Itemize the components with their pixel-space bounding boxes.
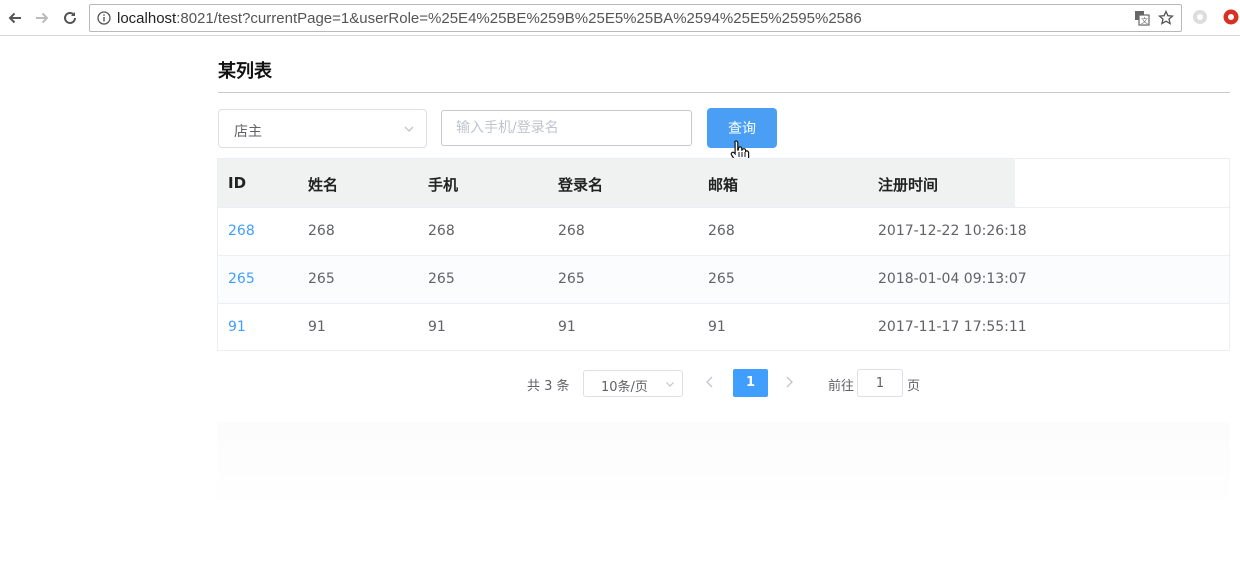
back-button[interactable] (4, 7, 26, 29)
search-input[interactable] (441, 110, 692, 146)
address-bar[interactable]: localhost:8021/test?currentPage=1&userRo… (89, 4, 1182, 32)
header-registered[interactable]: 注册时间 (878, 174, 938, 195)
row-login: 265 (558, 271, 585, 287)
browser-toolbar: localhost:8021/test?currentPage=1&userRo… (0, 0, 1240, 36)
background-panel (217, 422, 1230, 498)
data-table: ID 姓名 手机 登录名 邮箱 注册时间 268 268 268 268 268… (217, 158, 1230, 351)
pagination-total: 共 3 条 (527, 379, 570, 394)
chevron-down-icon (666, 382, 674, 387)
row-id-link[interactable]: 91 (228, 319, 246, 335)
header-phone[interactable]: 手机 (428, 174, 458, 195)
star-icon[interactable] (1158, 10, 1174, 26)
row-email: 265 (708, 271, 735, 287)
forward-arrow-icon (36, 12, 49, 24)
row-id-link[interactable]: 265 (228, 271, 255, 287)
header-login[interactable]: 登录名 (558, 174, 603, 195)
row-phone: 268 (428, 223, 455, 239)
extension-red-icon[interactable] (1223, 9, 1239, 25)
row-registered: 2017-12-22 10:26:18 (878, 223, 1027, 239)
row-name: 91 (308, 319, 326, 335)
goto-unit: 页 (907, 379, 921, 394)
row-login: 91 (558, 319, 576, 335)
row-id-link[interactable]: 268 (228, 223, 255, 239)
reload-icon (64, 11, 76, 24)
extension-icon[interactable] (1192, 9, 1208, 25)
next-page-icon[interactable] (782, 374, 796, 390)
chevron-down-icon (404, 126, 414, 132)
header-name[interactable]: 姓名 (308, 174, 338, 195)
svg-text:文: 文 (1141, 16, 1148, 25)
row-email: 91 (708, 319, 726, 335)
forward-button[interactable] (31, 7, 53, 29)
url-host: localhost (117, 10, 177, 27)
url-path: :8021/test?currentPage=1&userRole=%25E4%… (176, 10, 862, 27)
role-select-value: 店主 (234, 124, 262, 140)
table-row: 265 265 265 265 265 2018-01-04 09:13:07 (218, 255, 1229, 303)
page-size-value: 10条/页 (601, 380, 648, 395)
row-login: 268 (558, 223, 585, 239)
reload-button[interactable] (59, 7, 81, 29)
info-icon[interactable] (97, 11, 111, 25)
header-id[interactable]: ID (228, 174, 246, 192)
url-text[interactable]: localhost:8021/test?currentPage=1&userRo… (117, 10, 862, 27)
translate-icon[interactable]: 文 (1134, 10, 1150, 26)
row-email: 268 (708, 223, 735, 239)
header-email[interactable]: 邮箱 (708, 174, 738, 195)
table-row: 91 91 91 91 91 2017-11-17 17:55:11 (218, 303, 1229, 351)
table-header: ID 姓名 手机 登录名 邮箱 注册时间 (218, 159, 1015, 207)
row-name: 268 (308, 223, 335, 239)
back-arrow-icon (8, 12, 21, 24)
row-registered: 2018-01-04 09:13:07 (878, 271, 1027, 287)
goto-page-input[interactable] (857, 369, 903, 397)
page-number-current[interactable]: 1 (733, 369, 768, 397)
row-name: 265 (308, 271, 335, 287)
row-registered: 2017-11-17 17:55:11 (878, 319, 1027, 335)
page-size-select[interactable]: 10条/页 (583, 370, 683, 397)
page-title: 某列表 (218, 61, 272, 82)
table-row: 268 268 268 268 268 2017-12-22 10:26:18 (218, 207, 1229, 255)
prev-page-icon[interactable] (703, 374, 717, 390)
row-phone: 265 (428, 271, 455, 287)
goto-label: 前往 (828, 379, 855, 394)
title-divider (218, 92, 1230, 93)
role-select[interactable]: 店主 (218, 109, 427, 148)
row-phone: 91 (428, 319, 446, 335)
